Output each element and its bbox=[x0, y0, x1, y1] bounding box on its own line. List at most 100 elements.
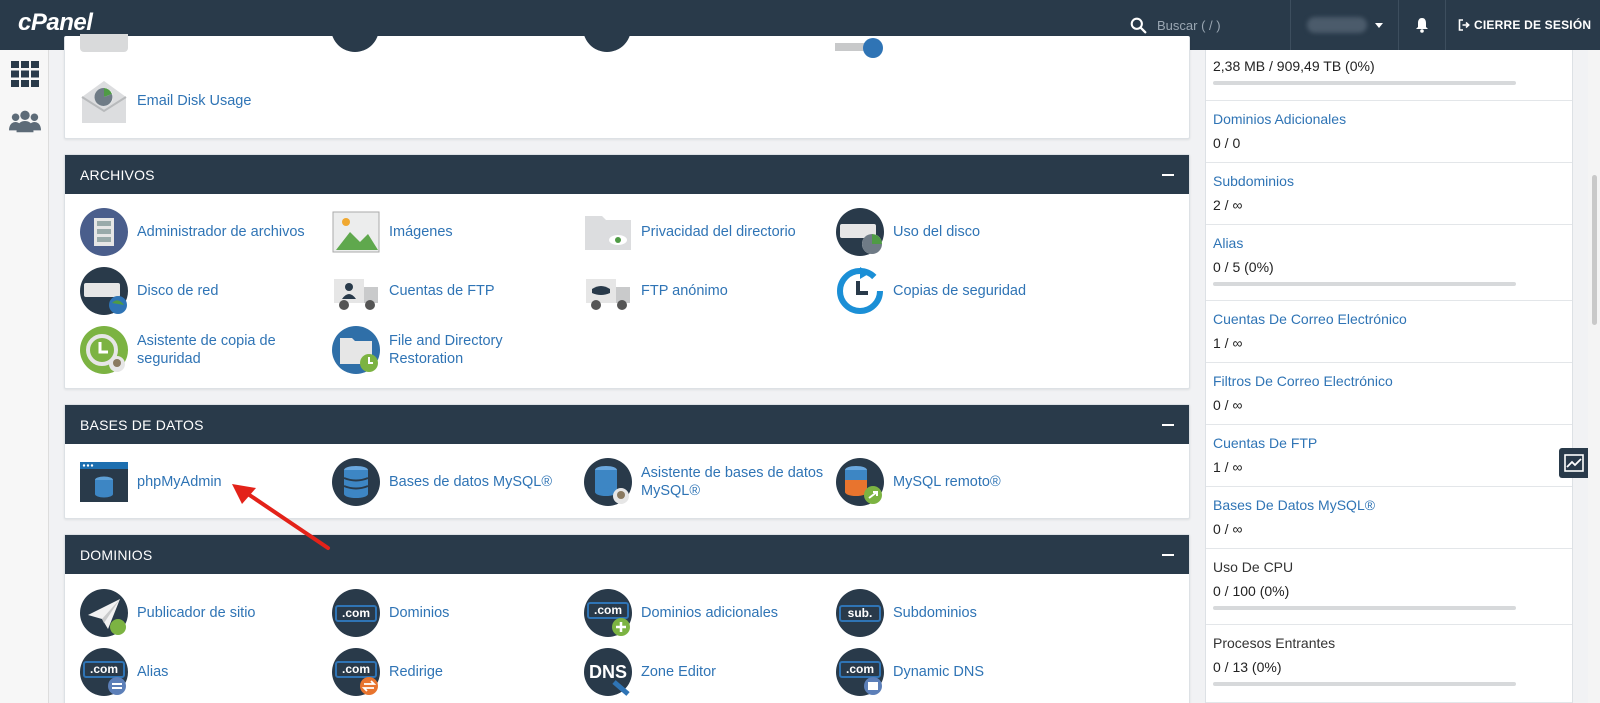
item-label: Dominios adicionales bbox=[641, 605, 779, 621]
logout-button[interactable]: CIERRE DE SESIÓN bbox=[1458, 0, 1591, 50]
stat-title[interactable]: Cuentas De Correo Electrónico bbox=[1213, 311, 1572, 327]
ftp-accounts-link[interactable]: Cuentas de FTP bbox=[332, 266, 572, 316]
item-label: Asistente de bases de datos MySQL® bbox=[641, 465, 824, 499]
backup-wizard-link[interactable]: Asistente de copia de seguridad bbox=[80, 325, 320, 375]
images-icon bbox=[332, 208, 380, 256]
grid-icon bbox=[11, 61, 39, 87]
disk-usage-link[interactable]: Uso del disco bbox=[836, 207, 1076, 257]
section-title: ARCHIVOS bbox=[80, 166, 155, 183]
stat-title: Procesos Entrantes bbox=[1213, 635, 1336, 651]
remote-mysql-link[interactable]: MySQL remoto® bbox=[836, 457, 1076, 507]
scrollbar-track[interactable] bbox=[1588, 50, 1600, 703]
scrollbar-thumb[interactable] bbox=[1592, 175, 1597, 325]
network-disk-link[interactable]: Disco de red bbox=[80, 266, 320, 316]
redirects-link[interactable]: .com Redirige bbox=[332, 647, 572, 697]
archivos-header[interactable]: ARCHIVOS bbox=[65, 155, 1189, 194]
sidebar bbox=[0, 50, 49, 703]
item-label: Email Disk Usage bbox=[137, 93, 252, 109]
partial-icon bbox=[331, 26, 379, 52]
stat-value: 0 / 5 (0%) bbox=[1213, 259, 1274, 275]
collapse-icon[interactable] bbox=[1162, 553, 1174, 556]
directory-privacy-icon bbox=[584, 208, 632, 256]
stat-title[interactable]: Subdominios bbox=[1213, 173, 1572, 189]
phpmyadmin-link[interactable]: phpMyAdmin bbox=[80, 457, 320, 507]
dynamic-dns-link[interactable]: .com Dynamic DNS bbox=[836, 647, 1076, 697]
stat-alias: Alias 0 / 5 (0%) bbox=[1206, 225, 1572, 301]
section-title: BASES DE DATOS bbox=[80, 416, 204, 433]
remote-mysql-icon bbox=[836, 458, 884, 506]
zone-editor-link[interactable]: DNS Zone Editor bbox=[584, 647, 824, 697]
domains-link[interactable]: .com Dominios bbox=[332, 588, 572, 638]
ftp-accounts-icon bbox=[332, 267, 380, 315]
item-label: Subdominios bbox=[893, 605, 977, 621]
badge-text: .com bbox=[341, 662, 370, 676]
site-publisher-link[interactable]: Publicador de sitio bbox=[80, 588, 320, 638]
anonymous-ftp-icon bbox=[584, 267, 632, 315]
progress-bar bbox=[1213, 682, 1516, 686]
user-menu[interactable] bbox=[1290, 0, 1398, 50]
stat-title[interactable]: Cuentas De FTP bbox=[1213, 435, 1572, 451]
item-label: Publicador de sitio bbox=[137, 605, 256, 621]
dynamic-dns-icon: .com bbox=[836, 648, 884, 696]
username-blurred bbox=[1306, 17, 1367, 33]
badge-text: .com bbox=[593, 603, 622, 617]
stat-value: 0 / ∞ bbox=[1213, 521, 1243, 537]
stat-cpu-usage: Uso De CPU 0 / 100 (0%) bbox=[1206, 549, 1572, 625]
tools-grid-button[interactable] bbox=[9, 58, 41, 90]
stat-value: 1 / ∞ bbox=[1213, 335, 1243, 351]
anonymous-ftp-link[interactable]: FTP anónimo bbox=[584, 266, 824, 316]
collapse-icon[interactable] bbox=[1162, 423, 1174, 426]
users-icon bbox=[9, 110, 41, 133]
badge-text: .com bbox=[341, 606, 370, 620]
backup-icon bbox=[836, 267, 884, 315]
item-label: Cuentas de FTP bbox=[389, 283, 495, 299]
collapse-icon[interactable] bbox=[1162, 173, 1174, 176]
subdomains-icon: sub. bbox=[836, 589, 884, 637]
search-input[interactable] bbox=[1157, 17, 1287, 33]
stat-entry-processes: Procesos Entrantes 0 / 13 (0%) bbox=[1206, 625, 1572, 703]
stat-title[interactable]: Alias bbox=[1213, 235, 1572, 251]
directory-privacy-link[interactable]: Privacidad del directorio bbox=[584, 207, 824, 257]
item-label: phpMyAdmin bbox=[137, 474, 222, 490]
partial-icon bbox=[835, 36, 883, 62]
stat-value: 0 / ∞ bbox=[1213, 397, 1243, 413]
dominios-header[interactable]: DOMINIOS bbox=[65, 535, 1189, 574]
item-label: Administrador de archivos bbox=[137, 224, 305, 240]
alias-link[interactable]: .com Alias bbox=[80, 647, 320, 697]
mysql-databases-link[interactable]: Bases de datos MySQL® bbox=[332, 457, 572, 507]
statistics-panel: 2,38 MB / 909,49 TB (0%) Dominios Adicio… bbox=[1205, 50, 1573, 703]
stat-title[interactable]: Filtros De Correo Electrónico bbox=[1213, 373, 1572, 389]
users-button[interactable] bbox=[9, 105, 41, 137]
stat-subdomains: Subdominios 2 / ∞ bbox=[1206, 163, 1572, 225]
notifications-button[interactable] bbox=[1398, 0, 1446, 50]
bases-header[interactable]: BASES DE DATOS bbox=[65, 405, 1189, 444]
badge-text: sub. bbox=[847, 606, 873, 620]
site-publisher-icon bbox=[80, 589, 128, 637]
email-disk-usage-link[interactable]: Email Disk Usage bbox=[80, 76, 320, 126]
stat-title[interactable]: Dominios Adicionales bbox=[1213, 111, 1572, 127]
item-label: Dynamic DNS bbox=[893, 664, 985, 680]
subdomains-link[interactable]: sub. Subdominios bbox=[836, 588, 1076, 638]
file-manager-link[interactable]: Administrador de archivos bbox=[80, 207, 320, 257]
stat-ftp-accounts: Cuentas De FTP 1 / ∞ bbox=[1206, 425, 1572, 487]
file-restoration-link[interactable]: File and Directory Restoration bbox=[332, 325, 572, 375]
stat-value: 0 / 13 (0%) bbox=[1213, 659, 1282, 675]
badge-text: .com bbox=[89, 662, 118, 676]
statistics-toggle-button[interactable] bbox=[1559, 448, 1589, 478]
mysql-wizard-link[interactable]: Asistente de bases de datos MySQL® bbox=[584, 457, 824, 507]
addon-domains-link[interactable]: .com Dominios adicionales bbox=[584, 588, 824, 638]
stat-email-filters: Filtros De Correo Electrónico 0 / ∞ bbox=[1206, 363, 1572, 425]
item-label: Dominios bbox=[389, 605, 450, 621]
stat-mysql-databases: Bases De Datos MySQL® 0 / ∞ bbox=[1206, 487, 1572, 549]
stat-title[interactable]: Bases De Datos MySQL® bbox=[1213, 497, 1572, 513]
backup-link[interactable]: Copias de seguridad bbox=[836, 266, 1076, 316]
addon-domains-icon: .com bbox=[584, 589, 632, 637]
stat-disk-usage: 2,38 MB / 909,49 TB (0%) bbox=[1206, 50, 1572, 101]
cpanel-logo[interactable]: cPanel bbox=[18, 9, 93, 37]
domains-icon: .com bbox=[332, 589, 380, 637]
stat-title: Uso De CPU bbox=[1213, 559, 1294, 575]
network-disk-icon bbox=[80, 267, 128, 315]
backup-wizard-icon bbox=[80, 326, 128, 374]
images-link[interactable]: Imágenes bbox=[332, 207, 572, 257]
archivos-panel: ARCHIVOS Administrador de archivos Imáge… bbox=[64, 154, 1190, 389]
